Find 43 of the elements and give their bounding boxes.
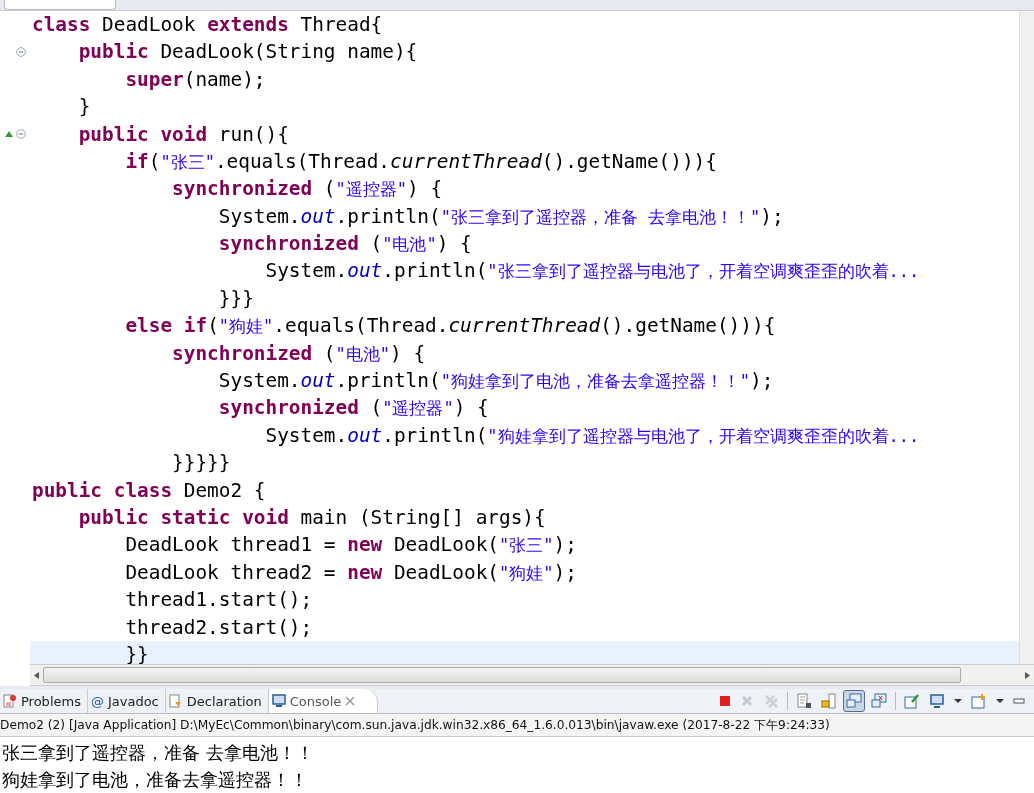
code-line: thread2.start(); — [124, 617, 313, 637]
code-line: public static void main (String[] args){ — [77, 507, 546, 528]
code-line: synchronized ("遥控器") { — [171, 179, 443, 199]
view-tab[interactable]: Console — [268, 689, 379, 714]
view-tab[interactable]: Declaration — [165, 689, 269, 714]
process-label: Demo2 (2) [Java Application] D:\MyEc\Common\binary\com.sun.java.jdk.win32.x86_64_1.6.0.013\bin\javaw.exe (2017-8-22 下午9:24:33) — [0, 714, 1034, 737]
code-line: } — [77, 97, 91, 117]
view-tab[interactable]: @ Javadoc — [87, 689, 166, 714]
code-line: thread1.start(); — [124, 590, 313, 610]
code-line: super(name); — [124, 69, 266, 90]
code-line: if("张三".equals(Thread.currentThread().getName())){ — [124, 151, 717, 172]
editor-tab[interactable] — [4, 0, 116, 10]
code-line: public class Demo2 { — [32, 480, 266, 500]
code-line: class DeadLook extends Thread{ — [32, 14, 383, 35]
code-line: }} — [124, 644, 149, 665]
code-line: else if("狗娃".equals(Thread.currentThread().getName())){ — [124, 316, 776, 336]
code-line: synchronized ("遥控器") { — [217, 398, 489, 418]
code-line: }}}}} — [171, 453, 231, 473]
scroll-right-icon[interactable] — [1025, 671, 1030, 679]
code-line: synchronized ("电池") { — [171, 343, 426, 364]
problems-icon — [3, 694, 17, 709]
collapse-icon[interactable] — [16, 47, 26, 58]
scroll-left-icon[interactable] — [34, 671, 39, 679]
console-output-line: 张三拿到了遥控器，准备 去拿电池！！ — [1, 740, 315, 765]
code-line: DeadLook thread2 = new DeadLook("狗娃"); — [124, 562, 577, 583]
code-line: synchronized ("电池") { — [217, 234, 472, 254]
code-line: System.out.println("狗娃拿到了电池，准备去拿遥控器！！"); — [217, 371, 774, 391]
view-tab[interactable]: Problems — [0, 689, 88, 714]
document-icon — [168, 694, 183, 709]
code-line: DeadLook thread1 = new DeadLook("张三"); — [124, 535, 577, 555]
code-line: System.out.println("张三拿到了遥控器与电池了，开着空调爽歪歪的吹着... — [264, 261, 920, 281]
code-line: System.out.println("张三拿到了遥控器，准备 去拿电池！！"); — [217, 206, 784, 227]
code-line: System.out.println("狗娃拿到了遥控器与电池了，开着空调爽歪歪的吹着... — [264, 425, 920, 446]
close-icon[interactable] — [345, 696, 356, 707]
vertical-scrollbar[interactable] — [1019, 10, 1034, 665]
code-line: public void run(){ — [77, 124, 289, 144]
code-line: public DeadLook(String name){ — [77, 42, 418, 62]
code-line: }}} — [217, 288, 254, 309]
horizontal-scrollbar[interactable] — [30, 664, 1034, 687]
console-output-line: 狗娃拿到了电池，准备去拿遥控器！！ — [1, 767, 309, 792]
toolbar-icon[interactable] — [843, 690, 865, 713]
monitor-icon — [271, 694, 286, 709]
collapse-icon[interactable] — [16, 129, 26, 140]
